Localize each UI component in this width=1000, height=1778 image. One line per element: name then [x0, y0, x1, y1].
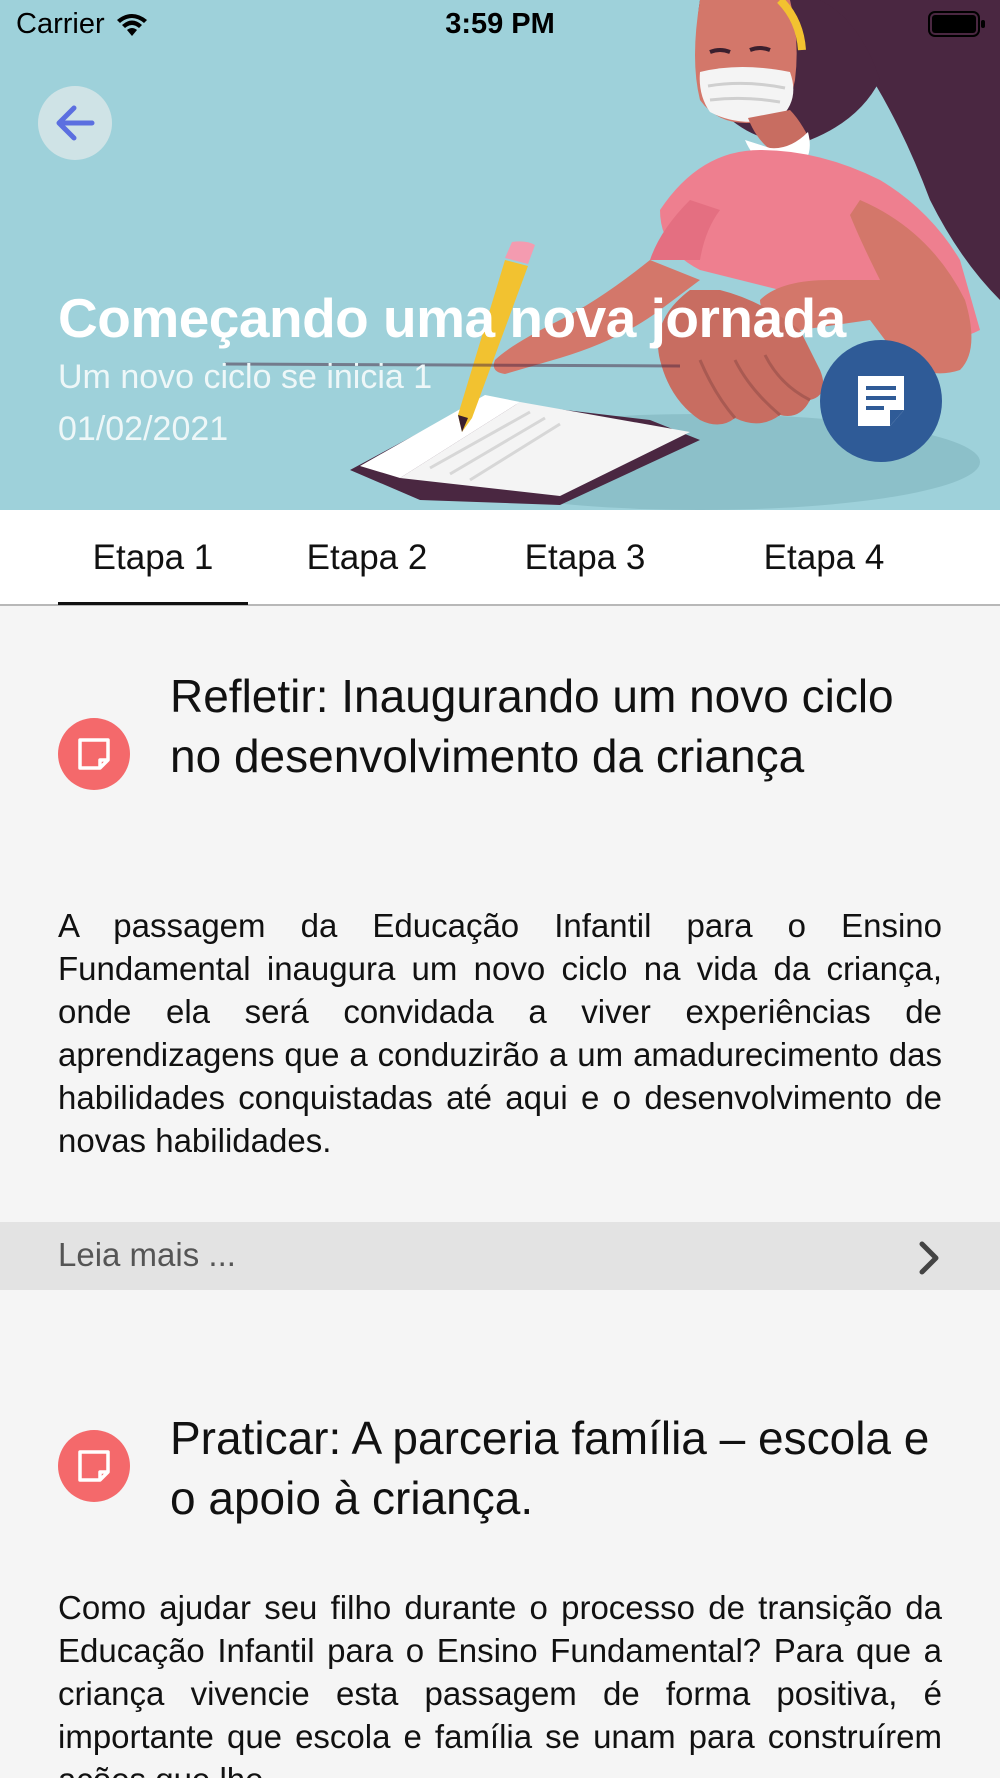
read-more-label: Leia mais ... [58, 1236, 236, 1273]
tab-etapa-3[interactable]: Etapa 3 [488, 510, 682, 606]
tab-etapa-4[interactable]: Etapa 4 [722, 510, 926, 606]
chevron-right-icon [919, 1241, 939, 1275]
notes-button[interactable] [820, 340, 942, 462]
page-subtitle: Um novo ciclo se inicia 1 [58, 358, 433, 396]
active-tab-indicator [58, 602, 248, 605]
status-bar: Carrier 3:59 PM [0, 0, 1000, 50]
section-refletir-title: Refletir: Inaugurando um novo ciclo no d… [170, 670, 894, 782]
tab-etapa-1[interactable]: Etapa 1 [58, 510, 248, 606]
back-button[interactable] [38, 86, 112, 160]
section-praticar-body: Como ajudar seu filho durante o processo… [58, 1589, 942, 1778]
read-more-row[interactable]: Leia mais ... [0, 1222, 1000, 1290]
hero-header: Carrier 3:59 PM Começando uma nova jorna… [0, 0, 1000, 510]
tab-etapa-2[interactable]: Etapa 2 [270, 510, 464, 606]
section-refletir-header [58, 718, 130, 790]
arrow-left-icon [56, 105, 95, 141]
note-icon [58, 1430, 130, 1502]
note-icon [58, 718, 130, 790]
note-edit-icon [858, 376, 904, 426]
section-praticar-header [58, 1430, 130, 1502]
battery-icon [928, 11, 985, 37]
page-title: Começando uma nova jornada [58, 287, 846, 349]
page-date: 01/02/2021 [58, 410, 229, 448]
stage-tabs: Etapa 1 Etapa 2 Etapa 3 Etapa 4 [0, 510, 1000, 606]
status-time: 3:59 PM [445, 8, 555, 40]
section-refletir-body: A passagem da Educação Infantil para o E… [58, 907, 942, 1159]
section-praticar-title: Praticar: A parceria família – escola e … [170, 1412, 930, 1524]
